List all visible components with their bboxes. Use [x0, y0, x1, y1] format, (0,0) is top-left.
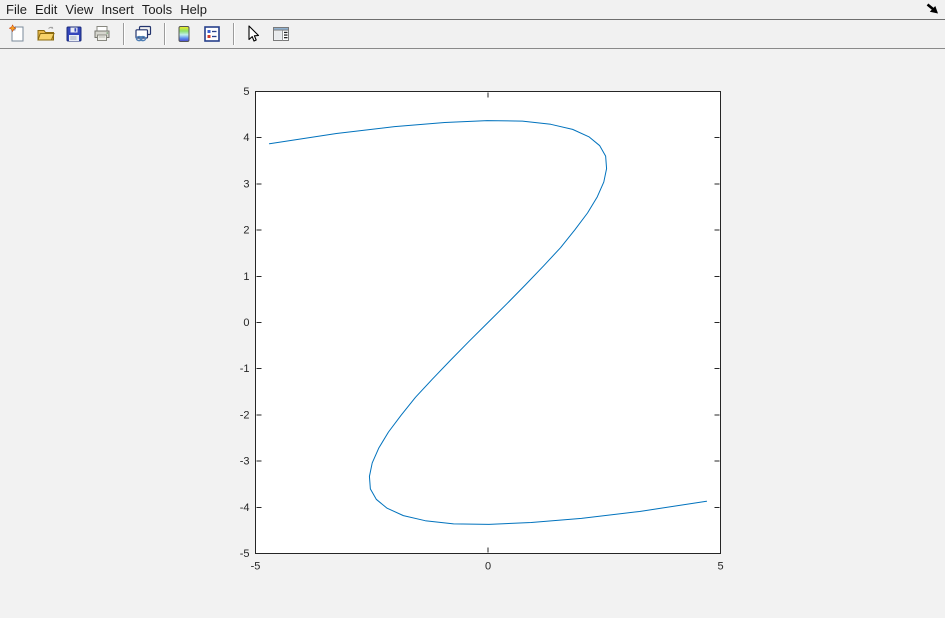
- y-tick-label: -3: [240, 456, 250, 468]
- y-tick-label: -2: [240, 409, 250, 421]
- menu-file[interactable]: File: [2, 0, 31, 19]
- toolbar-separator: [123, 23, 124, 45]
- y-tick-label: -4: [240, 502, 250, 514]
- figure-window: File Edit View Insert Tools Help: [0, 0, 945, 618]
- y-tick-label: -1: [240, 363, 250, 375]
- legend-icon: [202, 24, 222, 44]
- toolbar-separator: [233, 23, 234, 45]
- print-icon: [92, 24, 112, 44]
- y-tick-label: 3: [243, 178, 249, 190]
- plot-svg: -5 -4 -3 -2 -1 0 1 2 3 4 5 -5 0 5: [0, 50, 945, 618]
- x-tick-label: 0: [485, 561, 491, 573]
- pointer-icon: [243, 24, 263, 44]
- y-tick-label: 2: [243, 225, 249, 237]
- open-folder-icon: [36, 24, 56, 44]
- y-tick-label: 1: [243, 271, 249, 283]
- new-document-button[interactable]: [5, 21, 31, 47]
- menu-view[interactable]: View: [61, 0, 97, 19]
- copy-clipboard-button[interactable]: [130, 21, 156, 47]
- toolbar: [0, 20, 945, 49]
- menu-tools[interactable]: Tools: [138, 0, 176, 19]
- y-tick-label: 5: [243, 86, 249, 98]
- x-tick-label: 5: [717, 561, 723, 573]
- colormap-icon: [174, 24, 194, 44]
- legend-button[interactable]: [199, 21, 225, 47]
- toolbar-separator: [164, 23, 165, 45]
- menu-help[interactable]: Help: [176, 0, 211, 19]
- save-icon: [64, 24, 84, 44]
- new-document-icon: [8, 24, 28, 44]
- panel-toggle-button[interactable]: [268, 21, 294, 47]
- print-button[interactable]: [89, 21, 115, 47]
- menu-edit[interactable]: Edit: [31, 0, 61, 19]
- copy-clipboard-icon: [133, 24, 153, 44]
- y-tick-label: 4: [243, 132, 249, 144]
- open-folder-button[interactable]: [33, 21, 59, 47]
- panel-icon: [271, 24, 291, 44]
- y-tick-label: -5: [240, 548, 250, 560]
- menu-insert[interactable]: Insert: [97, 0, 138, 19]
- figure-canvas: -5 -4 -3 -2 -1 0 1 2 3 4 5 -5 0 5: [0, 50, 945, 618]
- colormap-button[interactable]: [171, 21, 197, 47]
- y-tick-label: 0: [243, 317, 249, 329]
- x-tick-label: -5: [251, 561, 261, 573]
- menu-bar: File Edit View Insert Tools Help: [0, 0, 945, 20]
- pointer-tool-button[interactable]: [240, 21, 266, 47]
- save-button[interactable]: [61, 21, 87, 47]
